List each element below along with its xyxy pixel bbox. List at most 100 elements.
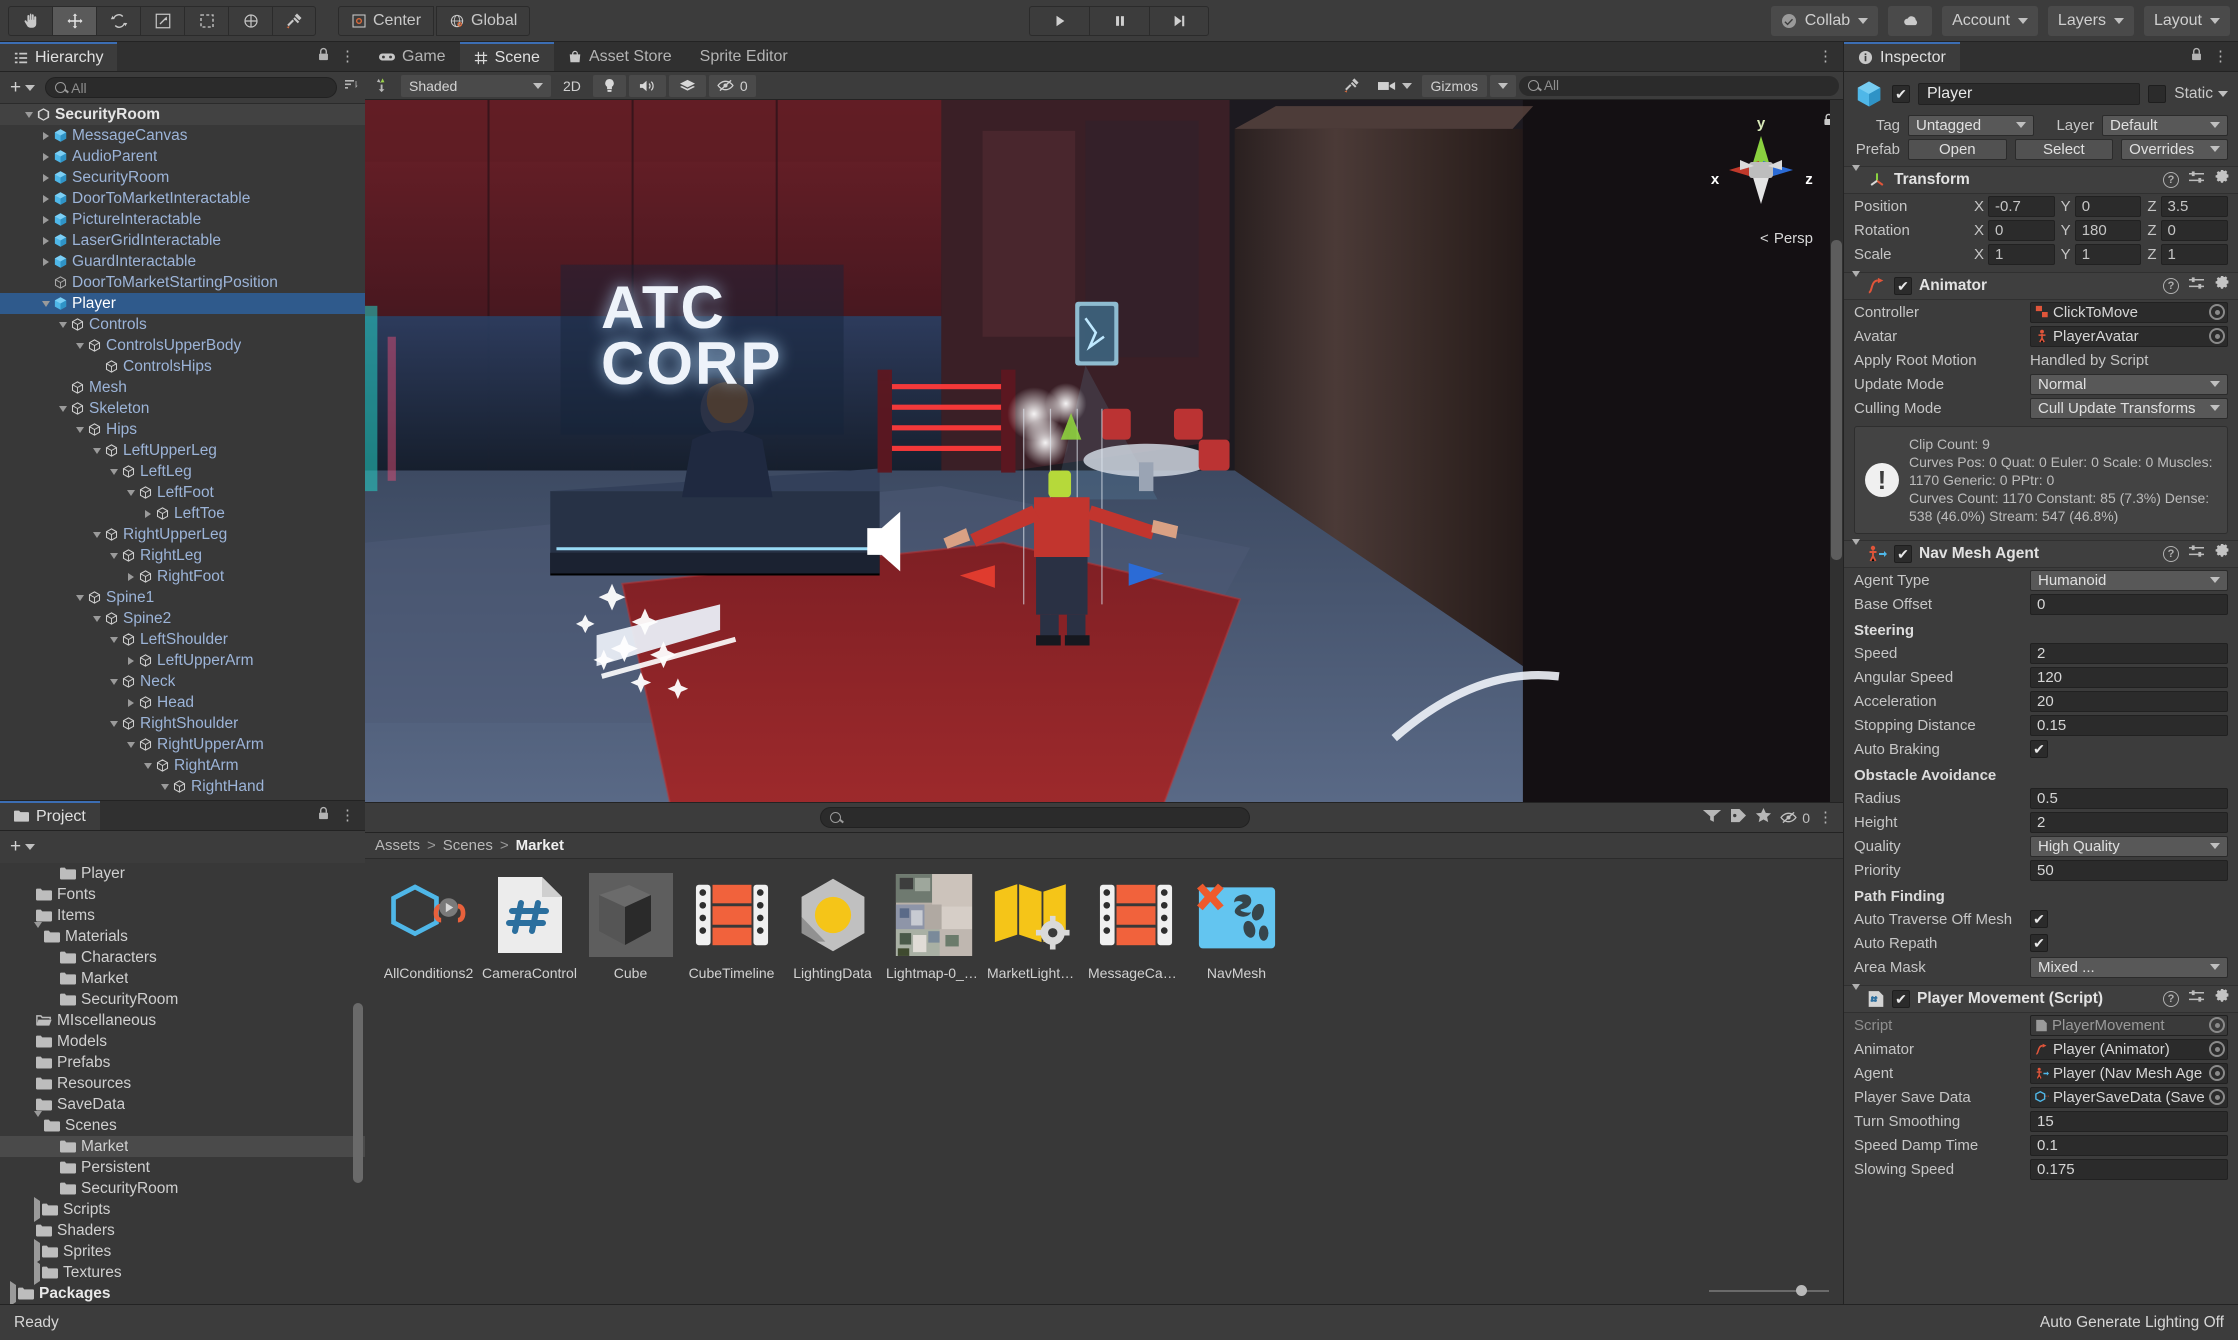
asset-item[interactable]: AllConditions2 [381,873,476,981]
hierarchy-item-controlsupperbody[interactable]: ControlsUpperBody [0,335,365,356]
project-create-button[interactable]: + [6,836,39,858]
rotate-tool-button[interactable] [96,5,140,36]
project-folder-characters[interactable]: Characters [0,947,365,968]
expand-arrow-icon[interactable] [107,675,120,688]
hierarchy-item-mesh[interactable]: Mesh [0,377,365,398]
animator-component-header[interactable]: ✔ Animator ? [1844,271,2238,300]
navmeshagent-enabled-checkbox[interactable]: ✔ [1894,545,1912,563]
zoom-slider-track[interactable] [1709,1285,1829,1296]
handle-space-button[interactable]: Global [436,5,531,36]
play-button[interactable] [1029,5,1089,36]
scene-2d-toggle-button[interactable]: 2D [554,74,590,97]
hierarchy-tree[interactable]: SecurityRoom MessageCanvas AudioParent Secu… [0,104,365,800]
expand-arrow-icon[interactable] [10,1280,16,1304]
navmeshagent-component-header[interactable]: ✔ Nav Mesh Agent ? [1844,539,2238,568]
expand-arrow-icon[interactable] [73,423,86,436]
static-checkbox[interactable] [2148,85,2167,103]
tab-scene[interactable]: Scene [459,42,554,71]
hierarchy-item-head[interactable]: Head [0,692,365,713]
collapse-arrow-icon[interactable] [1852,984,1860,1008]
project-folder-fonts[interactable]: Fonts [0,884,365,905]
object-picker-icon[interactable] [2209,1065,2225,1081]
asset-item[interactable]: CameraControl [482,873,577,981]
expand-arrow-icon[interactable] [73,591,86,604]
project-search-input[interactable] [819,807,1250,828]
expand-arrow-icon[interactable] [141,507,154,520]
asset-item[interactable]: NavMesh [1189,873,1284,981]
project-folder-market[interactable]: Market [0,968,365,989]
expand-arrow-icon[interactable] [39,213,52,226]
expand-arrow-icon[interactable] [124,654,137,667]
agent-type-dropdown[interactable]: Humanoid [2030,569,2228,591]
scene-audio-toggle-button[interactable] [628,74,666,97]
stopping-distance-field[interactable]: 0.15 [2030,714,2228,736]
project-filter-type-icon[interactable] [1702,808,1722,828]
scale-y-field[interactable]: 1 [2074,243,2142,265]
speed-damp-field[interactable]: 0.1 [2030,1134,2228,1156]
hierarchy-item-player[interactable]: Player [0,293,365,314]
hierarchy-item-doortomarketinteractable[interactable]: DoorToMarketInteractable [0,188,365,209]
project-folder-sprites[interactable]: Sprites [0,1238,365,1264]
object-picker-icon[interactable] [2209,328,2225,344]
expand-arrow-icon[interactable] [73,339,86,352]
expand-arrow-icon[interactable] [34,1110,42,1135]
scene-draw-mode-dropdown[interactable]: Shaded [401,74,551,97]
prefab-overrides-dropdown[interactable]: Overrides [2121,138,2228,160]
hierarchy-create-button[interactable]: + [6,77,39,99]
gameobject-enabled-checkbox[interactable]: ✔ [1892,85,1910,103]
prefab-open-button[interactable]: Open [1908,138,2007,160]
project-menu-icon[interactable]: ⋮ [340,808,355,823]
radius-field[interactable]: 0.5 [2030,787,2228,809]
project-folder-scripts[interactable]: Scripts [0,1196,365,1222]
move-tool-button[interactable] [52,5,96,36]
gameobject-name-field[interactable]: Player [1918,83,2141,105]
project-folder-miscellaneous[interactable]: MIscellaneous [0,1010,365,1031]
project-folder-items[interactable]: Items [0,905,365,926]
controller-object-field[interactable]: ClickToMove [2030,301,2228,323]
project-folder-securityroom[interactable]: SecurityRoom [0,1178,365,1199]
asset-item[interactable]: LightingData [785,873,880,981]
inspector-menu-icon[interactable]: ⋮ [2213,49,2228,64]
breadcrumb-item[interactable]: Scenes [443,837,493,854]
preset-icon[interactable] [2188,170,2205,190]
rotation-z-field[interactable]: 0 [2160,219,2229,241]
collab-button[interactable]: Collab [1770,5,1879,36]
quality-dropdown[interactable]: High Quality [2030,835,2228,857]
scene-projection-label[interactable]: < Persp [1760,230,1813,247]
project-folder-models[interactable]: Models [0,1031,365,1052]
project-folder-shaders[interactable]: Shaders [0,1220,365,1241]
hierarchy-sort-icon[interactable] [343,77,359,98]
expand-arrow-icon[interactable] [22,108,35,121]
expand-arrow-icon[interactable] [39,171,52,184]
project-tree-scrollbar[interactable] [353,1003,363,1183]
preset-icon[interactable] [2188,276,2205,296]
scene-gizmos-dropdown[interactable] [1490,74,1516,97]
rotation-y-field[interactable]: 180 [2074,219,2142,241]
hierarchy-item-securityroom[interactable]: SecurityRoom [0,104,365,125]
pm-agent-object-field[interactable]: Player (Nav Mesh Age [2030,1062,2228,1084]
project-folder-persistent[interactable]: Persistent [0,1157,365,1178]
expand-arrow-icon[interactable] [56,381,69,394]
asset-zoom-slider[interactable] [365,1278,1843,1304]
hierarchy-item-righthand[interactable]: RightHand [0,776,365,797]
breadcrumb-item[interactable]: Assets [375,837,420,854]
project-hidden-count-icon[interactable]: 0 [1780,810,1810,826]
hierarchy-item-securityroom[interactable]: SecurityRoom [0,167,365,188]
expand-arrow-icon[interactable] [90,444,103,457]
scale-z-field[interactable]: 1 [2160,243,2229,265]
project-folder-packages[interactable]: Packages [0,1280,365,1304]
asset-grid[interactable]: AllConditions2 CameraControl Cube CubeTimel… [365,859,1843,1278]
project-filter-favorite-icon[interactable] [1755,807,1772,828]
scene-tools-button[interactable] [1334,74,1368,97]
avatar-object-field[interactable]: PlayerAvatar [2030,325,2228,347]
help-icon[interactable]: ? [2163,546,2179,562]
hierarchy-item-controlships[interactable]: ControlsHips [0,356,365,377]
hierarchy-item-lasergridinteractable[interactable]: LaserGridInteractable [0,230,365,251]
hierarchy-item-messagecanvas[interactable]: MessageCanvas [0,125,365,146]
breadcrumb-item[interactable]: Market [516,837,564,854]
static-dropdown[interactable]: Static [2174,85,2228,103]
expand-arrow-icon[interactable] [124,738,137,751]
hierarchy-item-pictureinteractable[interactable]: PictureInteractable [0,209,365,230]
layout-button[interactable]: Layout [2143,5,2230,36]
animator-enabled-checkbox[interactable]: ✔ [1894,277,1912,295]
